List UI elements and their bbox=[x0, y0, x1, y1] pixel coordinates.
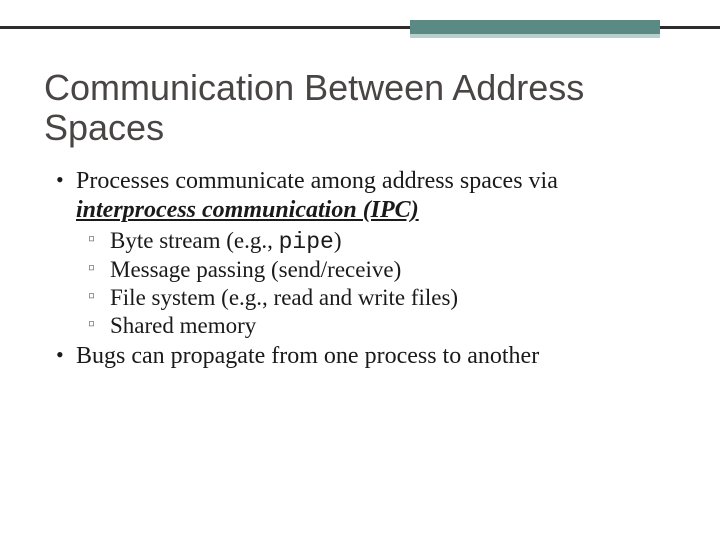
slide-title: Communication Between Address Spaces bbox=[44, 68, 676, 149]
sub-bullet-1: Byte stream (e.g., pipe) bbox=[108, 227, 676, 256]
sub-bullet-4: Shared memory bbox=[108, 312, 676, 340]
decorative-top-bar bbox=[0, 20, 720, 38]
bullet-list: Processes communicate among address spac… bbox=[50, 167, 676, 372]
sub-bullet-1-post: ) bbox=[334, 228, 342, 253]
bullet-1: Processes communicate among address spac… bbox=[74, 167, 676, 341]
sub-bullet-3: File system (e.g., read and write files) bbox=[108, 284, 676, 312]
sub-bullet-1-mono: pipe bbox=[279, 229, 334, 255]
bullet-2: Bugs can propagate from one process to a… bbox=[74, 342, 676, 371]
sub-bullet-1-pre: Byte stream (e.g., bbox=[110, 228, 279, 253]
bullet-1-text: Processes communicate among address spac… bbox=[76, 168, 558, 194]
slide: Communication Between Address Spaces Pro… bbox=[0, 0, 720, 540]
sub-bullet-2: Message passing (send/receive) bbox=[108, 256, 676, 284]
bar-accent bbox=[410, 20, 660, 34]
bar-accent-light bbox=[410, 34, 660, 38]
sub-bullet-list: Byte stream (e.g., pipe) Message passing… bbox=[82, 227, 676, 340]
bullet-1-ipc: interprocess communication (IPC) bbox=[76, 197, 419, 223]
